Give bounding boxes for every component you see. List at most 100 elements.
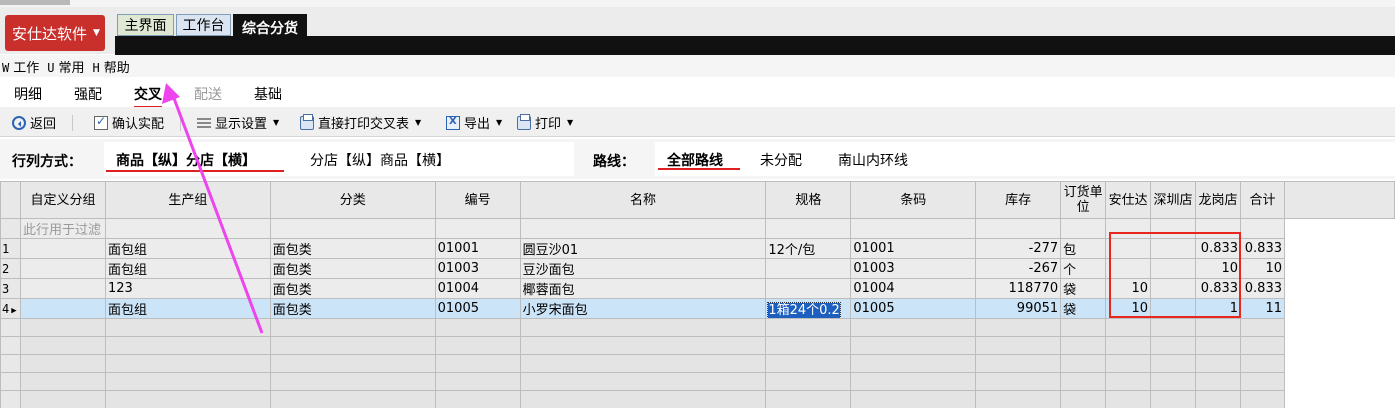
tab-workbench[interactable]: 工作台 — [176, 14, 231, 36]
cell-group[interactable] — [19, 298, 106, 319]
cell-barcode[interactable]: 01004 — [850, 278, 977, 299]
column-header[interactable]: 订货单位 — [1060, 181, 1107, 219]
cell-code[interactable]: 01005 — [434, 298, 521, 319]
cell-unit[interactable]: 袋 — [1060, 298, 1107, 319]
cell-stock[interactable]: -267 — [975, 258, 1062, 279]
cell-name[interactable]: 小罗宋面包 — [519, 298, 767, 319]
menu-common[interactable]: U 常用 — [47, 57, 84, 76]
cell-spec[interactable]: 12个/包 — [765, 238, 852, 259]
filter-cell[interactable] — [1195, 218, 1242, 239]
cell-barcode[interactable]: 01003 — [850, 258, 977, 279]
cell-a[interactable] — [1105, 238, 1152, 259]
cell-group[interactable] — [19, 238, 106, 259]
column-header[interactable]: 生产组 — [104, 181, 271, 219]
cell-cat[interactable]: 面包类 — [269, 258, 436, 279]
cell-b[interactable] — [1150, 278, 1197, 299]
cell-stock[interactable]: 99051 — [975, 298, 1062, 319]
cell-group[interactable] — [19, 278, 106, 299]
mode-force[interactable]: 强配 — [74, 84, 102, 104]
filter-row[interactable]: 此行用于过滤 — [0, 218, 1395, 239]
cell-barcode[interactable]: 01005 — [850, 298, 977, 319]
filter-cell[interactable] — [269, 218, 436, 239]
cell-cat[interactable]: 面包类 — [269, 238, 436, 259]
column-header[interactable]: 分类 — [269, 181, 436, 219]
filter-cell[interactable] — [1240, 218, 1285, 239]
column-header[interactable]: 条码 — [850, 181, 977, 219]
cell-code[interactable]: 01004 — [434, 278, 521, 299]
menu-help[interactable]: H 帮助 — [93, 57, 130, 76]
filter-cell[interactable]: 此行用于过滤 — [19, 218, 106, 239]
cell-code[interactable]: 01001 — [434, 238, 521, 259]
filter-cell[interactable] — [104, 218, 271, 239]
filter-cell[interactable] — [434, 218, 521, 239]
cell-prod[interactable]: 面包组 — [104, 258, 271, 279]
filter-cell[interactable] — [850, 218, 977, 239]
cell-b[interactable] — [1150, 258, 1197, 279]
layout-option-store-vertical[interactable]: 分店【纵】商品【横】 — [310, 150, 450, 170]
print-button[interactable]: 打印 ▼ — [517, 113, 573, 132]
filter-cell[interactable] — [975, 218, 1062, 239]
cell-c[interactable]: 10 — [1195, 258, 1242, 279]
filter-cell[interactable] — [1105, 218, 1152, 239]
cell-total[interactable]: 10 — [1240, 258, 1285, 279]
column-header[interactable]: 名称 — [519, 181, 767, 219]
cell-total[interactable]: 0.833 — [1240, 278, 1285, 299]
mode-detail[interactable]: 明细 — [14, 84, 42, 104]
cell-prod[interactable]: 面包组 — [104, 238, 271, 259]
column-header[interactable]: 自定义分组 — [19, 181, 106, 219]
column-header[interactable]: 龙岗店 — [1195, 181, 1242, 219]
cell-prod[interactable]: 面包组 — [104, 298, 271, 319]
cell-unit[interactable]: 袋 — [1060, 278, 1107, 299]
confirm-allocation-button[interactable]: 确认实配 — [94, 113, 164, 132]
cell-stock[interactable]: 118770 — [975, 278, 1062, 299]
cross-table-grid[interactable]: 自定义分组 生产组 分类 编号 名称 规格 条码 库存 订货单位 安仕达 深圳店… — [0, 181, 1395, 408]
column-header[interactable]: 规格 — [765, 181, 852, 219]
cell-code[interactable]: 01003 — [434, 258, 521, 279]
layout-option-product-vertical[interactable]: 商品【纵】分店【横】 — [116, 150, 256, 172]
cell-spec[interactable] — [765, 278, 852, 299]
table-row[interactable]: 1 面包组 面包类 01001 圆豆沙01 12个/包 01001 -277 包 0.833 0.8… — [0, 238, 1395, 259]
filter-cell[interactable] — [519, 218, 767, 239]
display-settings-button[interactable]: 显示设置 ▼ — [197, 113, 279, 132]
cell-cat[interactable]: 面包类 — [269, 278, 436, 299]
filter-cell[interactable] — [1150, 218, 1197, 239]
cell-unit[interactable]: 个 — [1060, 258, 1107, 279]
route-option-nanshan[interactable]: 南山内环线 — [838, 150, 908, 170]
filter-cell[interactable] — [1060, 218, 1107, 239]
cell-cat[interactable]: 面包类 — [269, 298, 436, 319]
cell-name[interactable]: 豆沙面包 — [519, 258, 767, 279]
cell-c[interactable]: 1 — [1195, 298, 1242, 319]
column-header[interactable]: 安仕达 — [1105, 181, 1152, 219]
cell-total[interactable]: 11 — [1240, 298, 1285, 319]
cell-stock[interactable]: -277 — [975, 238, 1062, 259]
cell-prod[interactable]: 123 — [104, 278, 271, 299]
table-row[interactable]: 2 面包组 面包类 01003 豆沙面包 01003 -267 个 10 10 — [0, 258, 1395, 279]
cell-a[interactable] — [1105, 258, 1152, 279]
cell-name[interactable]: 圆豆沙01 — [519, 238, 767, 259]
cell-a[interactable]: 10 — [1105, 278, 1152, 299]
table-row[interactable]: 3 123 面包类 01004 椰蓉面包 01004 118770 袋 10 0.833 0.833 — [0, 278, 1395, 299]
tab-distribution[interactable]: 综合分货 — [233, 14, 307, 43]
table-row[interactable]: 4 ▶ 面包组 面包类 01005 小罗宋面包 1箱24个0.2 01005 99051 袋 10 1… — [0, 298, 1395, 319]
cell-b[interactable] — [1150, 238, 1197, 259]
column-header[interactable]: 合计 — [1240, 181, 1285, 219]
cell-barcode[interactable]: 01001 — [850, 238, 977, 259]
mode-cross[interactable]: 交叉 — [134, 84, 162, 109]
cell-spec[interactable] — [765, 258, 852, 279]
cell-total[interactable]: 0.833 — [1240, 238, 1285, 259]
cell-spec[interactable]: 1箱24个0.2 — [765, 298, 852, 319]
column-header[interactable]: 编号 — [434, 181, 521, 219]
direct-print-cross-table-button[interactable]: 直接打印交叉表 ▼ — [300, 113, 421, 132]
filter-cell[interactable] — [765, 218, 852, 239]
back-button[interactable]: 返回 — [12, 113, 56, 132]
menu-work[interactable]: W 工作 — [2, 57, 39, 76]
column-header[interactable]: 库存 — [975, 181, 1062, 219]
cell-unit[interactable]: 包 — [1060, 238, 1107, 259]
cell-group[interactable] — [19, 258, 106, 279]
mode-basic[interactable]: 基础 — [254, 84, 282, 104]
tab-main[interactable]: 主界面 — [117, 14, 174, 36]
cell-a[interactable]: 10 — [1105, 298, 1152, 319]
cell-c[interactable]: 0.833 — [1195, 238, 1242, 259]
cell-editor-selection[interactable]: 1箱24个0.2 — [767, 302, 841, 318]
cell-c[interactable]: 0.833 — [1195, 278, 1242, 299]
